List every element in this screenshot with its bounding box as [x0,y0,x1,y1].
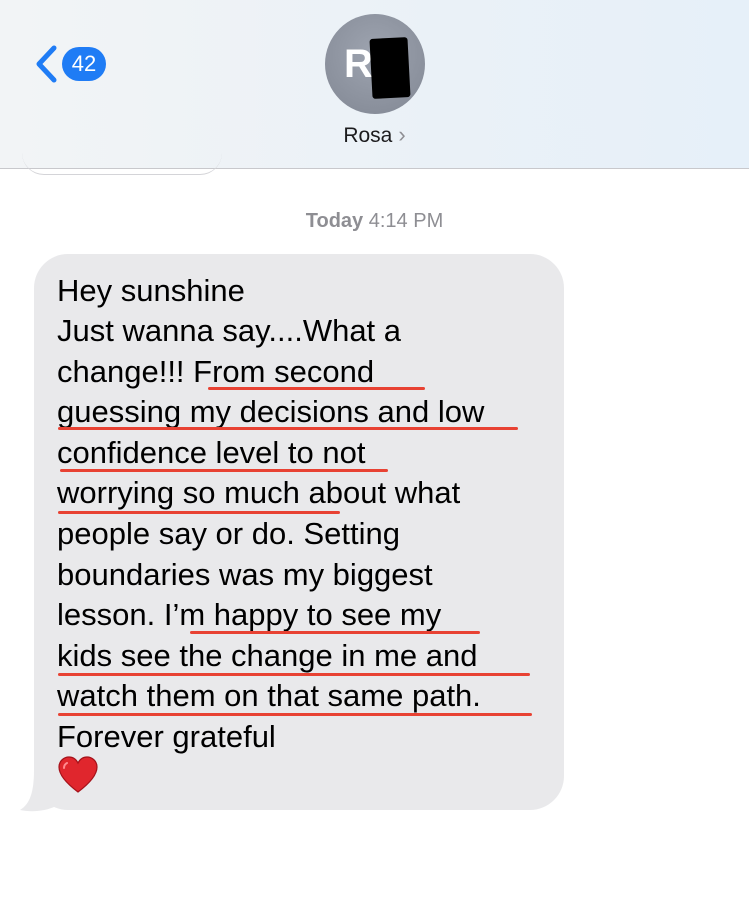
message-line: Forever grateful [57,719,276,754]
redaction-block [369,37,411,99]
highlight-underline [58,511,340,514]
message-line: lesson. I’m happy to see my [57,597,442,632]
message-line: people say or do. Setting [57,516,400,551]
back-button[interactable]: 42 [32,42,106,86]
unread-count-badge: 42 [62,47,106,81]
avatar-initial: R [344,42,373,86]
highlight-underline [60,469,388,472]
message-line: worrying so much about what [57,475,461,510]
timestamp-day: Today [305,210,364,232]
red-heart-icon [58,756,98,793]
message-line: boundaries was my biggest [57,557,433,592]
message-line: change!!! From second [57,354,375,389]
message-line: Just wanna say....What a [57,313,402,348]
contact-name: Rosa [343,124,393,147]
conversation-header: 42 R Rosa › [0,0,749,169]
contact-avatar[interactable]: R [325,14,425,114]
message-line: Hey sunshine [57,273,245,308]
highlight-underline [58,673,530,676]
highlight-underline [208,387,425,390]
chevron-left-icon [36,45,57,83]
message-line: kids see the change in me and [57,638,478,673]
highlight-underline [58,713,532,716]
message-line: guessing my decisions and low [57,394,485,429]
highlight-underline [58,427,518,430]
previous-message-bubble-edge [22,150,222,175]
contact-name-button[interactable]: Rosa › [0,122,749,148]
message-timestamp: Today 4:14 PM [0,210,749,233]
chevron-right-icon: › [398,122,406,147]
timestamp-time: 4:14 PM [368,210,444,232]
highlight-underline [190,631,480,634]
message-line: watch them on that same path. [57,678,481,713]
message-line: confidence level to not [57,435,366,470]
